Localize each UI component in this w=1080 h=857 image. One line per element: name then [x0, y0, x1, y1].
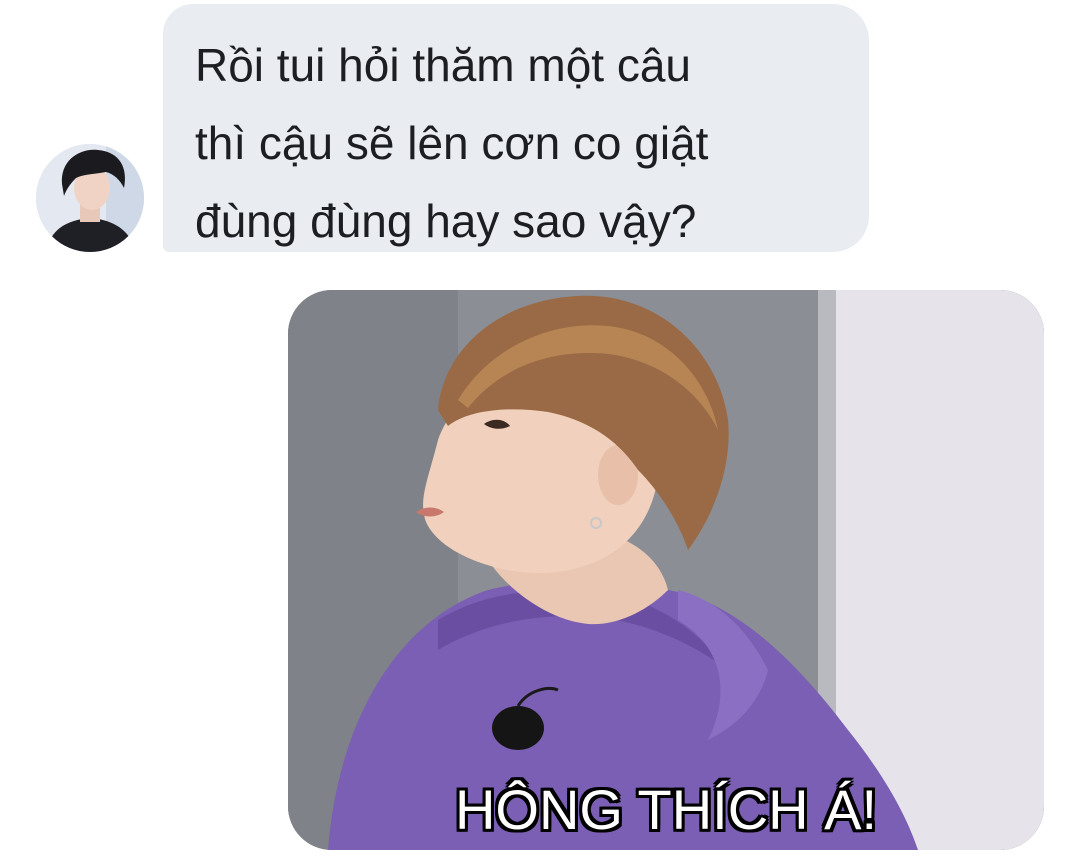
chat-thread: Rồi tui hỏi thăm một câu thì cậu sẽ lên …	[0, 0, 1080, 857]
meme-caption: HÔNG THÍCH Á!	[454, 778, 878, 841]
avatar-portrait	[36, 144, 144, 252]
message-line: thì cậu sẽ lên cơn co giật	[195, 117, 709, 169]
reply-meme-image[interactable]: HÔNG THÍCH Á!	[288, 290, 1044, 850]
sender-avatar[interactable]	[36, 144, 144, 252]
message-line: Rồi tui hỏi thăm một câu	[195, 39, 692, 91]
meme-photo	[288, 290, 1044, 850]
message-line: đùng đùng hay sao vậy?	[195, 195, 697, 247]
message-bubble[interactable]: Rồi tui hỏi thăm một câu thì cậu sẽ lên …	[163, 4, 869, 252]
